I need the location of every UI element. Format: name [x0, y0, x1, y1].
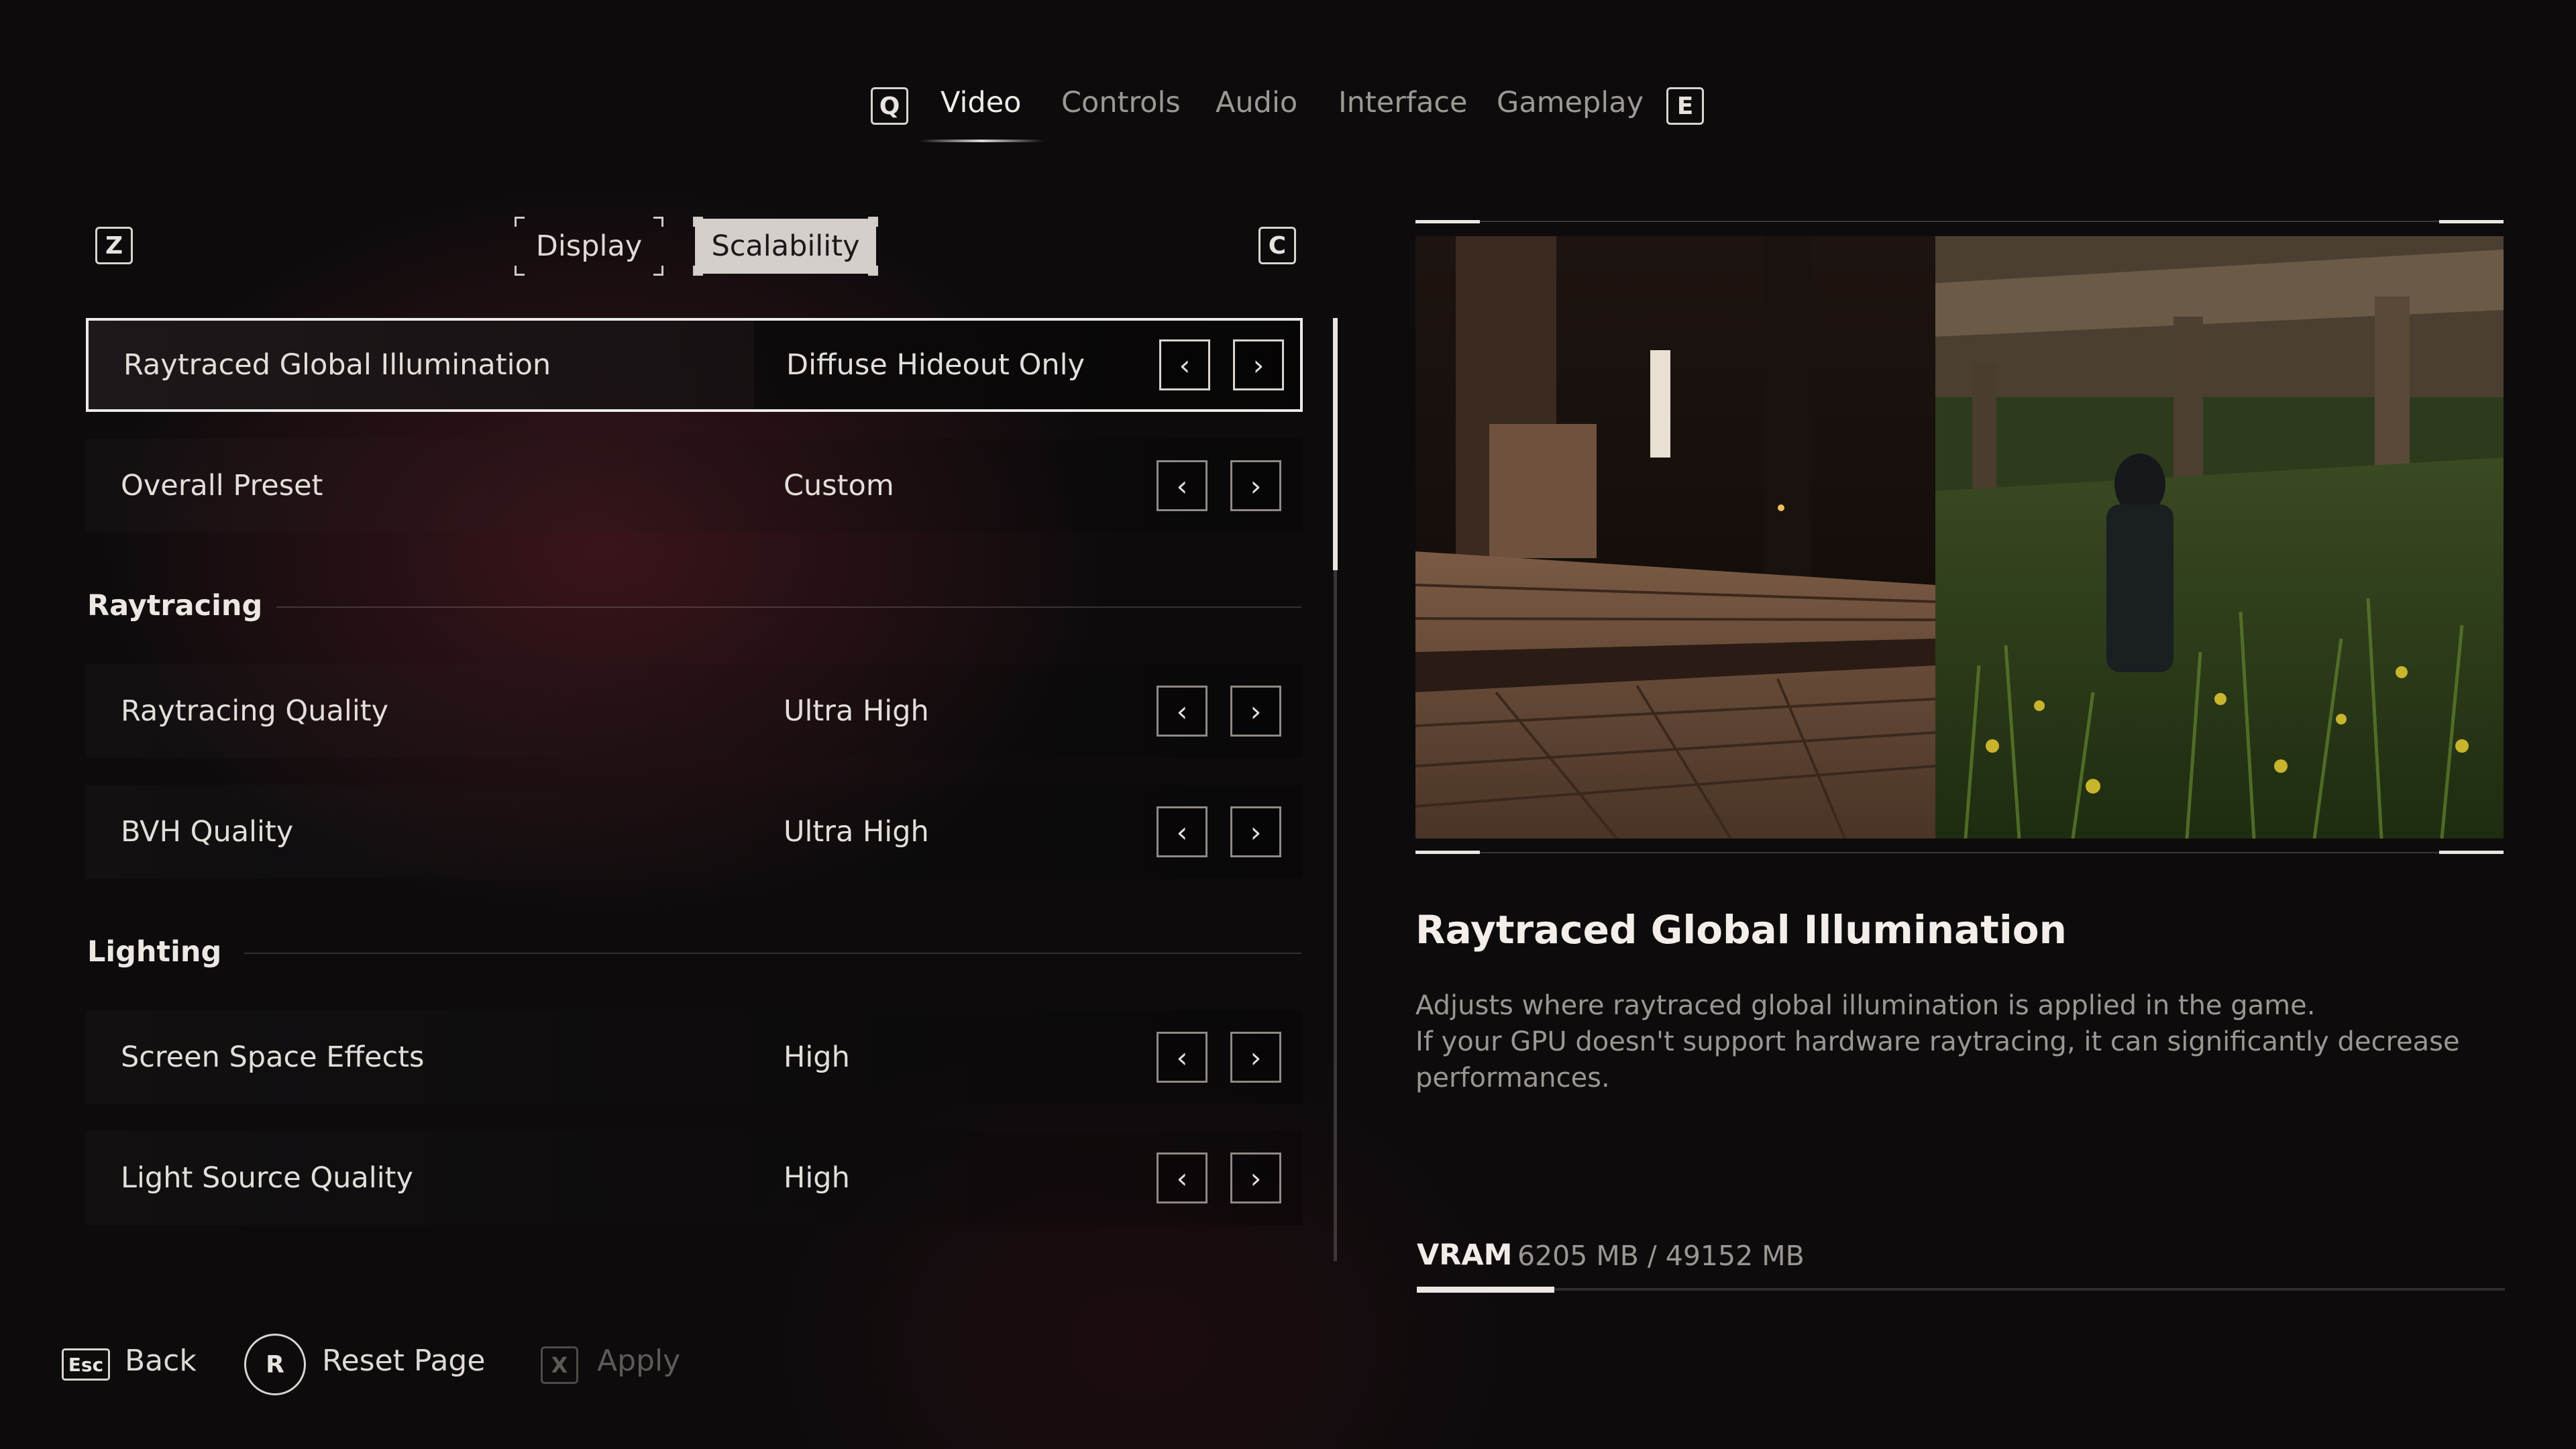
prev-subtab-key-icon[interactable]: Z [95, 227, 133, 264]
setting-label: BVH Quality [121, 815, 294, 849]
next-subtab-key-icon[interactable]: C [1258, 227, 1296, 264]
setting-row-overall-preset[interactable]: Overall Preset Custom ‹ › [86, 439, 1303, 533]
section-divider [276, 606, 1301, 608]
tab-controls[interactable]: Controls [1061, 86, 1181, 119]
tab-video[interactable]: Video [941, 86, 1021, 119]
details-title: Raytraced Global Illumination [1415, 907, 2067, 953]
chevron-right-icon[interactable]: › [1230, 806, 1281, 857]
vram-usage-text: 6205 MB / 49152 MB [1517, 1240, 1805, 1272]
setting-label: Raytraced Global Illumination [123, 348, 551, 382]
scrollbar-thumb[interactable] [1333, 318, 1338, 570]
description-line: Adjusts where raytraced global illuminat… [1415, 990, 2316, 1021]
preview-image [1415, 236, 2504, 839]
setting-value: Ultra High [784, 694, 929, 728]
setting-row-bvh-quality[interactable]: BVH Quality Ultra High ‹ › [86, 785, 1303, 879]
subtab-scalability[interactable]: Scalability [693, 217, 878, 276]
description-line: If your GPU doesn't support hardware ray… [1415, 1026, 2460, 1057]
prev-tab-key-icon[interactable]: Q [871, 87, 908, 125]
setting-row-raytraced-gi[interactable]: Raytraced Global Illumination Diffuse Hi… [86, 318, 1303, 412]
chevron-left-icon[interactable]: ‹ [1157, 686, 1208, 737]
setting-row-light-source-quality[interactable]: Light Source Quality High ‹ › [86, 1131, 1303, 1225]
chevron-right-icon[interactable]: › [1230, 1152, 1281, 1203]
next-tab-key-icon[interactable]: E [1666, 87, 1704, 125]
apply-key-icon[interactable]: X [541, 1346, 578, 1384]
preview-frame-line [1480, 852, 2439, 853]
chevron-right-icon[interactable]: › [1230, 686, 1281, 737]
setting-label: Light Source Quality [121, 1161, 413, 1195]
reset-key-icon[interactable]: R [244, 1334, 306, 1395]
setting-label: Overall Preset [121, 469, 323, 502]
active-tab-underline [919, 140, 1044, 142]
chevron-right-icon[interactable]: › [1230, 460, 1281, 511]
chevron-left-icon[interactable]: ‹ [1159, 339, 1210, 390]
preview-frame-mark [2439, 220, 2504, 223]
preview-frame-mark [1415, 220, 1480, 223]
subtab-display-label: Display [535, 229, 643, 263]
chevron-right-icon[interactable]: › [1230, 1032, 1281, 1083]
setting-label: Raytracing Quality [121, 694, 389, 728]
subtab-display[interactable]: Display [515, 217, 663, 276]
details-description: Adjusts where raytraced global illuminat… [1415, 987, 2475, 1096]
chevron-left-icon[interactable]: ‹ [1157, 460, 1208, 511]
preview-frame-mark [2439, 851, 2504, 854]
back-button[interactable]: Back [125, 1344, 197, 1378]
section-divider [244, 953, 1301, 954]
setting-value: Custom [784, 469, 894, 502]
vram-bar-fill [1417, 1287, 1554, 1293]
vram-label: VRAM [1417, 1238, 1513, 1272]
reset-page-button[interactable]: Reset Page [322, 1344, 485, 1378]
chevron-left-icon[interactable]: ‹ [1157, 1152, 1208, 1203]
tab-audio[interactable]: Audio [1216, 86, 1297, 119]
setting-row-screen-space-effects[interactable]: Screen Space Effects High ‹ › [86, 1010, 1303, 1104]
setting-value: Diffuse Hideout Only [786, 348, 1085, 382]
chevron-right-icon[interactable]: › [1233, 339, 1284, 390]
vram-bar-track [1417, 1288, 2505, 1291]
section-heading-lighting: Lighting [87, 935, 222, 969]
setting-value: High [784, 1161, 850, 1195]
preview-frame-line [1480, 221, 2439, 222]
chevron-left-icon[interactable]: ‹ [1157, 806, 1208, 857]
tab-interface[interactable]: Interface [1338, 86, 1468, 119]
setting-label: Screen Space Effects [121, 1040, 425, 1074]
setting-value: Ultra High [784, 815, 929, 849]
section-heading-raytracing: Raytracing [87, 589, 263, 623]
subtab-scalability-label: Scalability [711, 229, 860, 263]
description-line: performances. [1415, 1063, 1610, 1093]
setting-row-raytracing-quality[interactable]: Raytracing Quality Ultra High ‹ › [86, 664, 1303, 758]
setting-value: High [784, 1040, 850, 1074]
preview-frame-mark [1415, 851, 1480, 854]
tab-gameplay[interactable]: Gameplay [1497, 86, 1644, 119]
chevron-left-icon[interactable]: ‹ [1157, 1032, 1208, 1083]
apply-button[interactable]: Apply [597, 1344, 680, 1378]
hideout-scene-illustration [1415, 236, 2504, 839]
esc-key-icon[interactable]: Esc [62, 1348, 110, 1381]
